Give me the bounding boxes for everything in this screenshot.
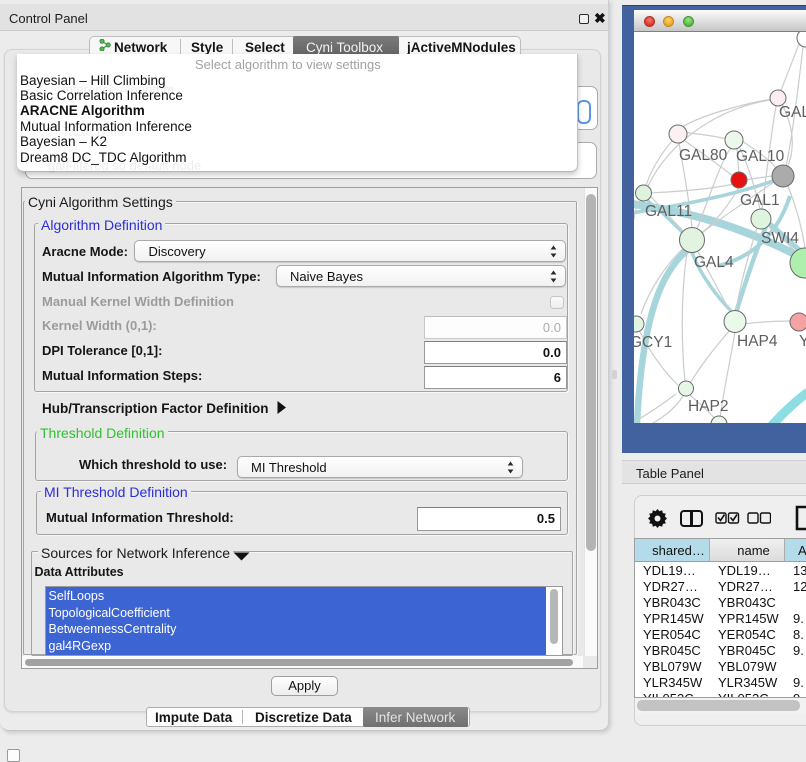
svg-text:GAL11: GAL11 xyxy=(645,203,692,220)
svg-text:GAL80: GAL80 xyxy=(679,147,728,164)
svg-text:HAP4: HAP4 xyxy=(737,333,778,350)
svg-text:GAL1: GAL1 xyxy=(740,192,780,209)
svg-text:GAL7: GAL7 xyxy=(779,104,806,121)
svg-text:SWI4: SWI4 xyxy=(761,230,799,247)
svg-text:HAP2: HAP2 xyxy=(688,398,729,415)
svg-text:GCY1: GCY1 xyxy=(634,334,672,351)
svg-text:Y: Y xyxy=(799,333,806,350)
svg-text:GAL4: GAL4 xyxy=(694,254,734,271)
svg-text:GAL10: GAL10 xyxy=(736,148,785,165)
